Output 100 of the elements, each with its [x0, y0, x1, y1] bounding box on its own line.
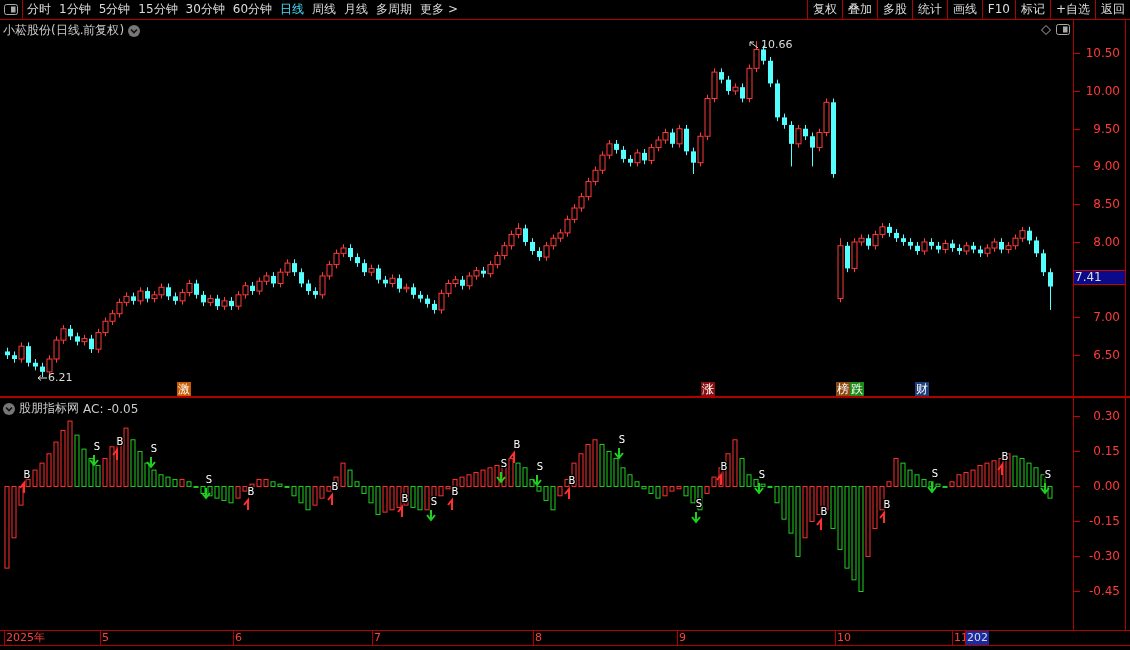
high-price-label: 10.66 — [761, 38, 793, 51]
period-tab[interactable]: 15分钟 — [134, 1, 182, 18]
signal-label: S — [758, 469, 766, 480]
down-arrow-icon — [426, 509, 436, 522]
period-tab[interactable]: 60分钟 — [228, 1, 277, 18]
candlestick — [676, 124, 683, 149]
indicator-axis-label: -0.15 — [1088, 515, 1120, 528]
candlestick — [523, 224, 528, 247]
candlestick — [376, 264, 381, 284]
toolbar-button[interactable]: 画线 — [946, 0, 982, 19]
price-axis-label: 7.00 — [1093, 311, 1120, 324]
signal-label: B — [720, 461, 728, 472]
pointer-arrow-icon — [749, 40, 759, 49]
down-arrow-icon — [496, 471, 506, 484]
collapse-icon[interactable] — [3, 402, 15, 415]
down-arrow-icon — [691, 511, 701, 524]
period-tab[interactable]: 分时 — [23, 1, 55, 18]
event-tag[interactable]: 财 — [915, 382, 929, 396]
period-tab[interactable]: 5分钟 — [94, 1, 135, 18]
indicator-axis-label: -0.30 — [1088, 550, 1120, 563]
event-tag[interactable]: 涨 — [701, 382, 715, 396]
date-axis-label: 5 — [100, 631, 110, 645]
candlestick — [768, 56, 773, 88]
toolbar-button[interactable]: 返回 — [1095, 0, 1130, 19]
signal-label: S — [93, 441, 101, 452]
panel-toggle-icon[interactable] — [4, 4, 18, 15]
current-price-label: 7.41 — [1074, 270, 1125, 285]
indicator-reading: AC: -0.05 — [83, 401, 139, 416]
signal-label: B — [451, 486, 459, 497]
candlestick — [1048, 267, 1053, 311]
candlestick — [845, 241, 850, 273]
indicator-axis-label: 0.15 — [1093, 445, 1120, 458]
signal-label: B — [1001, 451, 1009, 462]
price-axis-label: 8.50 — [1093, 198, 1120, 211]
candlestick — [726, 75, 731, 96]
indicator-axis-label: 0.00 — [1093, 480, 1120, 493]
candlestick — [194, 279, 199, 300]
price-axis-label: 9.00 — [1093, 160, 1120, 173]
candlestick — [299, 267, 304, 288]
candlestick — [670, 128, 675, 149]
bar — [1047, 485, 1053, 499]
period-tab[interactable]: 周线 — [308, 1, 341, 18]
toolbar-button[interactable]: 叠加 — [841, 0, 877, 19]
signal-label: S — [150, 443, 158, 454]
signal-label: S — [695, 498, 703, 509]
candlestick — [18, 341, 25, 364]
date-axis-label: 8 — [533, 631, 543, 645]
date-axis-label: 6 — [233, 631, 243, 645]
signal-label: S — [1044, 469, 1052, 480]
signal-label: B — [247, 486, 255, 497]
signal-label: B — [883, 499, 891, 510]
period-tab[interactable]: 更多 > — [416, 1, 462, 18]
stock-title: 小菘股份(日线.前复权) — [3, 22, 125, 39]
period-tab[interactable]: 1分钟 — [55, 1, 95, 18]
signal-label: B — [568, 475, 576, 486]
event-tag[interactable]: 榜 — [836, 382, 850, 396]
down-arrow-icon — [754, 482, 764, 495]
event-tag[interactable]: 跌 — [850, 382, 864, 396]
price-axis-label: 9.50 — [1093, 122, 1120, 135]
signal-label: S — [500, 458, 508, 469]
indicator-title: 股朋指标网 — [19, 400, 79, 417]
date-axis-label: 10 — [835, 631, 852, 645]
period-tab[interactable]: 多周期 — [372, 1, 417, 18]
panel-toggle-icon[interactable] — [1056, 24, 1070, 35]
candlestick — [26, 341, 31, 368]
candlestick — [795, 124, 802, 149]
period-tab[interactable]: 日线 — [276, 1, 309, 18]
toolbar-button[interactable]: 复权 — [806, 0, 842, 19]
price-axis-label: 10.00 — [1085, 84, 1120, 97]
candlestick — [789, 120, 794, 167]
period-tab[interactable]: 月线 — [340, 1, 373, 18]
candlestick — [1041, 249, 1046, 277]
signal-label: S — [618, 434, 626, 445]
toolbar-button[interactable]: 多股 — [876, 0, 912, 19]
toolbar-button[interactable]: +自选 — [1049, 0, 1095, 19]
indicator-axis-label: 0.30 — [1093, 410, 1120, 423]
date-axis-label: 2025年 — [4, 631, 46, 645]
price-axis-label: 8.00 — [1093, 235, 1120, 248]
signal-label: B — [820, 506, 828, 517]
signal-label: B — [23, 469, 31, 480]
toolbar-button[interactable]: 标记 — [1014, 0, 1050, 19]
candlestick — [810, 132, 815, 167]
signal-label: S — [536, 461, 544, 472]
toolbar-button[interactable]: F10 — [981, 0, 1015, 19]
price-axis-label: 6.50 — [1093, 349, 1120, 362]
down-arrow-icon — [927, 481, 937, 494]
toolbar-button[interactable]: 统计 — [911, 0, 947, 19]
price-axis-label: 10.50 — [1085, 47, 1120, 60]
diamond-icon[interactable] — [1041, 25, 1051, 35]
date-axis-label: 7 — [372, 631, 382, 645]
signal-label: S — [205, 474, 213, 485]
indicator-axis-label: -0.45 — [1088, 585, 1120, 598]
candlestick — [684, 124, 689, 156]
dropdown-icon[interactable] — [128, 24, 141, 37]
signal-label: S — [430, 496, 438, 507]
event-tag[interactable]: 激 — [177, 382, 191, 396]
period-tab[interactable]: 30分钟 — [181, 1, 229, 18]
signal-label: S — [931, 468, 939, 479]
signal-label: B — [401, 493, 409, 504]
signal-label: B — [513, 439, 521, 450]
